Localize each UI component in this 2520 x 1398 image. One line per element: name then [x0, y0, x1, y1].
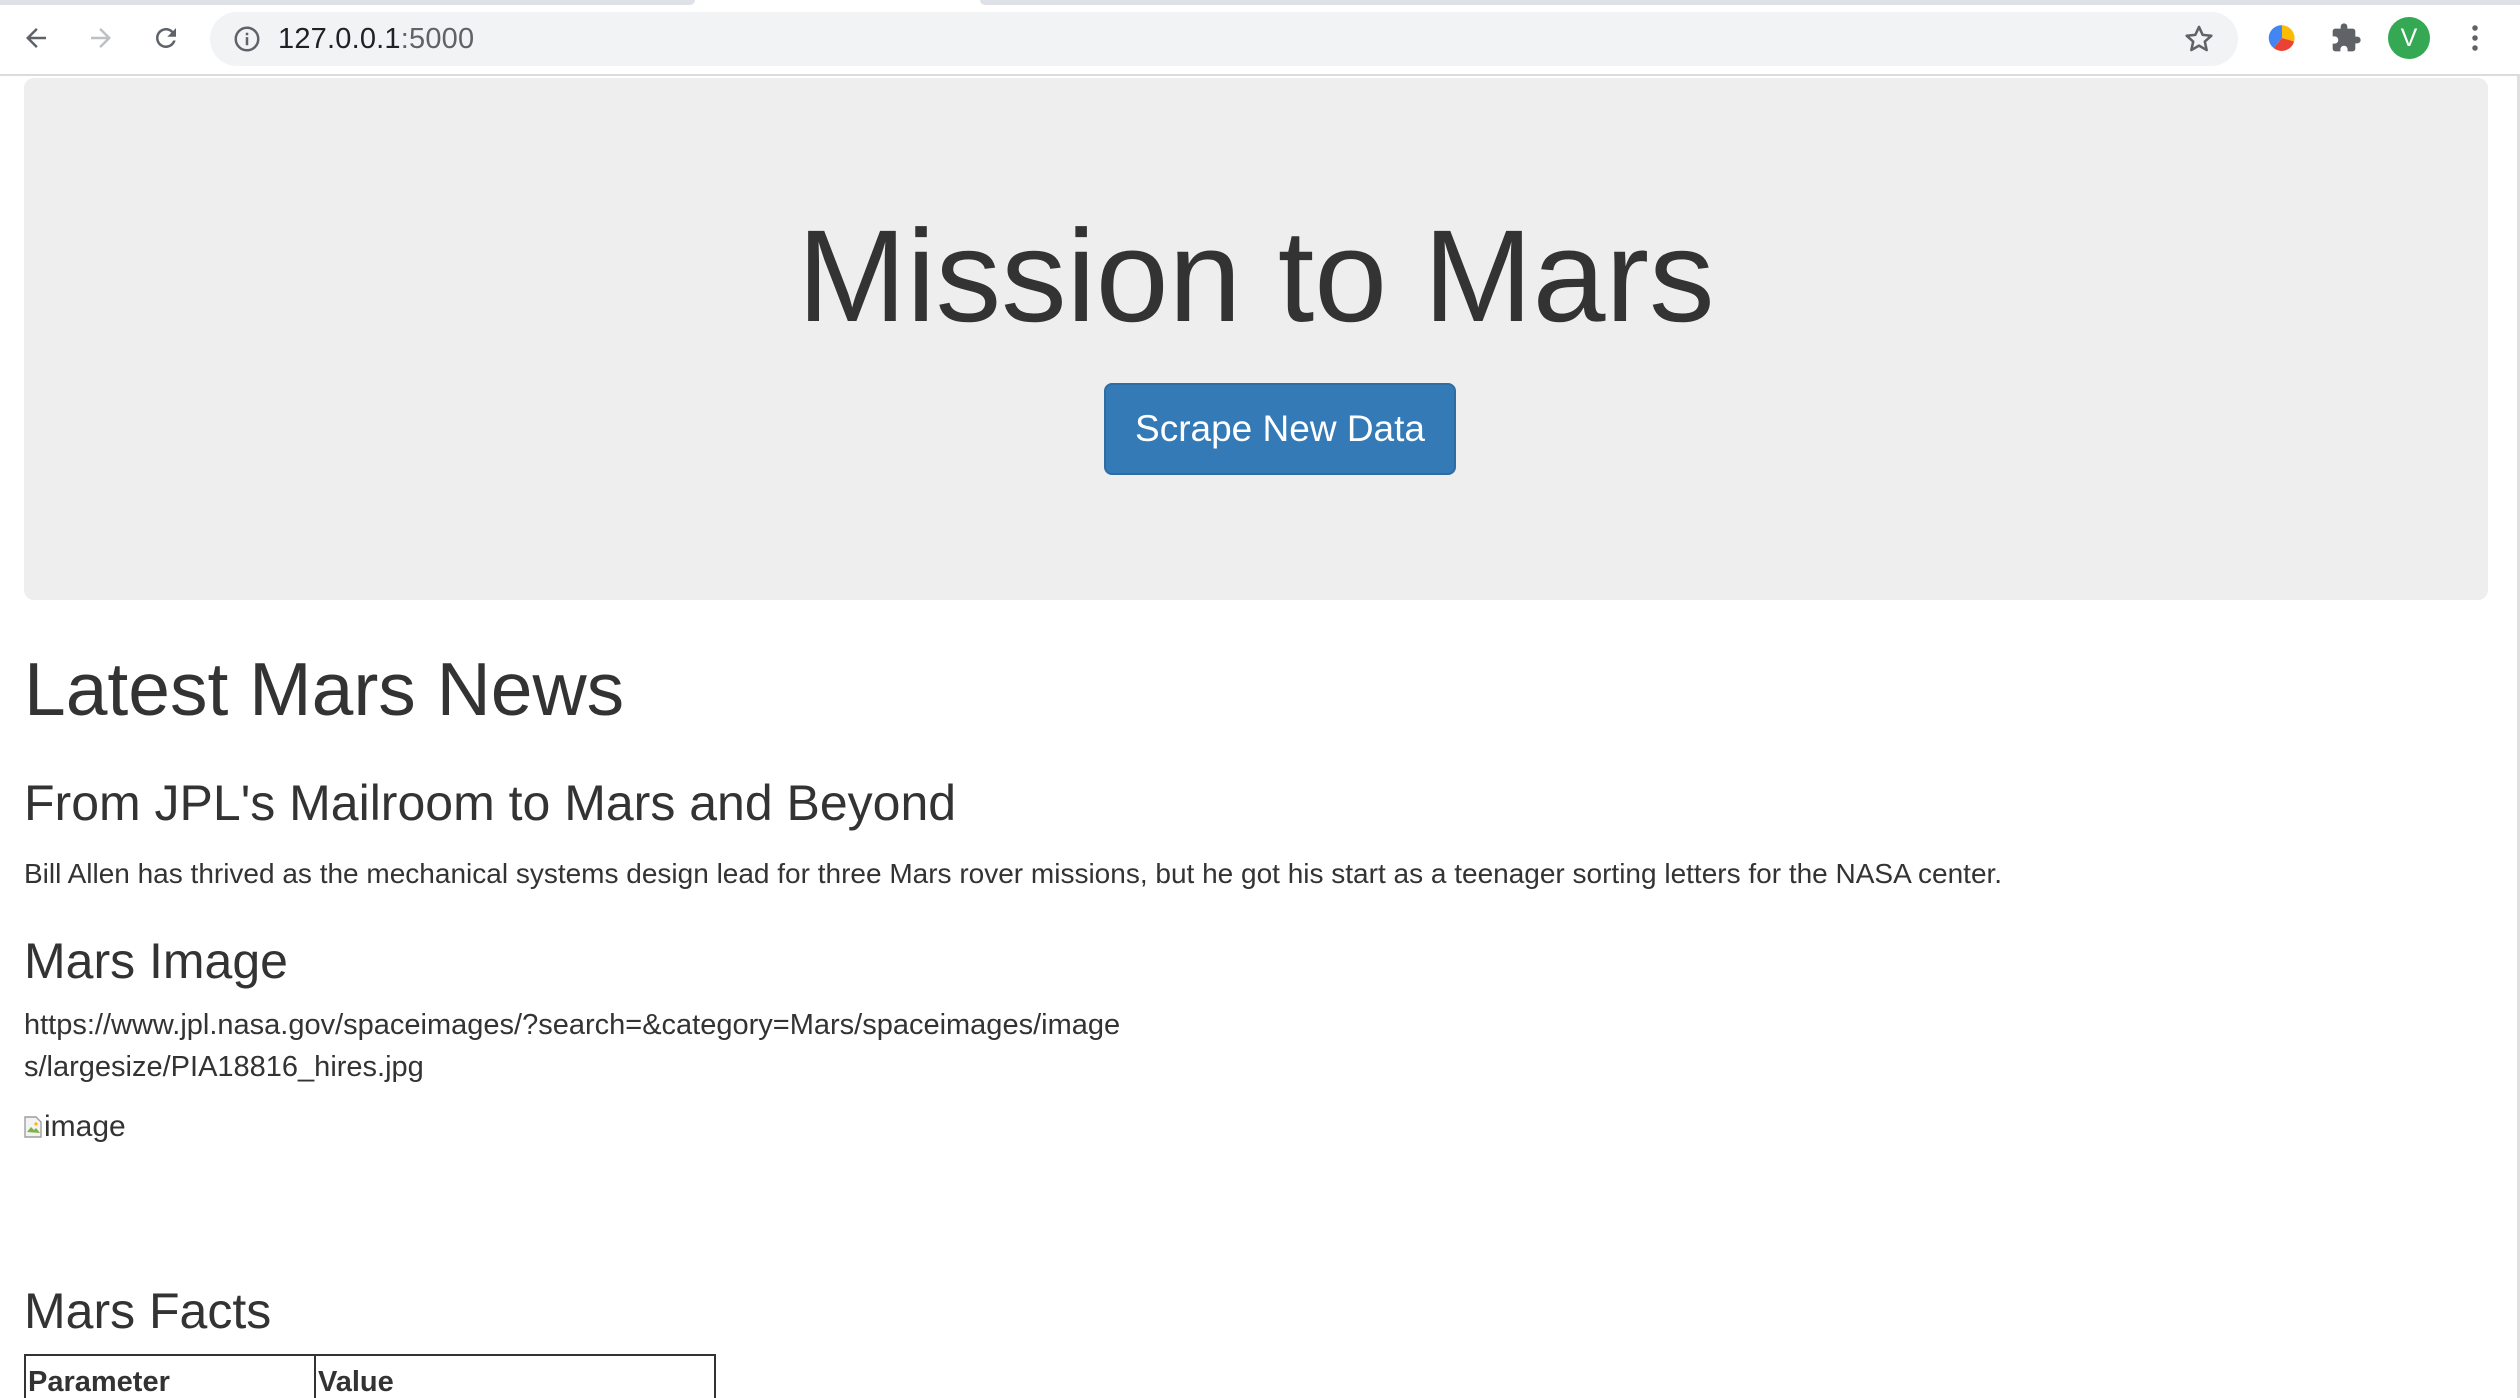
scrape-new-data-button[interactable]: Scrape New Data: [1104, 383, 1456, 475]
table-header-row: Parameter Value: [24, 1354, 716, 1398]
featured-image: image: [24, 1110, 126, 1144]
reload-button[interactable]: [144, 16, 188, 60]
tab-strip: [0, 0, 2520, 5]
url-text: 127.0.0.1:5000: [278, 22, 475, 55]
puzzle-piece-icon[interactable]: [2326, 18, 2366, 58]
address-bar[interactable]: 127.0.0.1:5000: [210, 12, 2238, 66]
jumbotron: Mission to Mars Scrape New Data: [24, 78, 2488, 600]
image-alt-text: image: [44, 1110, 126, 1143]
news-title: From JPL's Mailroom to Mars and Beyond: [24, 775, 957, 831]
broken-image-icon: [24, 1116, 42, 1138]
column-header-value: Value: [314, 1354, 716, 1398]
info-icon[interactable]: [232, 24, 262, 54]
latest-news-heading: Latest Mars News: [24, 647, 625, 731]
browser-toolbar: 127.0.0.1:5000 V: [0, 0, 2520, 76]
reload-icon: [156, 28, 176, 48]
star-icon[interactable]: [2182, 22, 2216, 56]
featured-image-url: https://www.jpl.nasa.gov/spaceimages/?se…: [24, 1009, 1121, 1083]
page-content: Mission to Mars Scrape New Data Latest M…: [0, 76, 2520, 1398]
mars-image-heading: Mars Image: [24, 933, 288, 989]
forward-arrow-icon: [91, 28, 111, 48]
kebab-menu-icon[interactable]: [2458, 18, 2492, 58]
back-arrow-icon: [26, 28, 46, 48]
news-paragraph: Bill Allen has thrived as the mechanical…: [24, 858, 2003, 889]
avatar[interactable]: V: [2388, 17, 2430, 59]
mars-facts-heading: Mars Facts: [24, 1283, 272, 1339]
column-header-parameter: Parameter: [24, 1354, 316, 1398]
facts-table: Parameter Value: [24, 1354, 716, 1398]
page-title: Mission to Mars: [797, 202, 1715, 349]
color-wheel-extension-icon[interactable]: [2262, 18, 2302, 58]
back-button[interactable]: [14, 16, 58, 60]
forward-button[interactable]: [79, 16, 123, 60]
